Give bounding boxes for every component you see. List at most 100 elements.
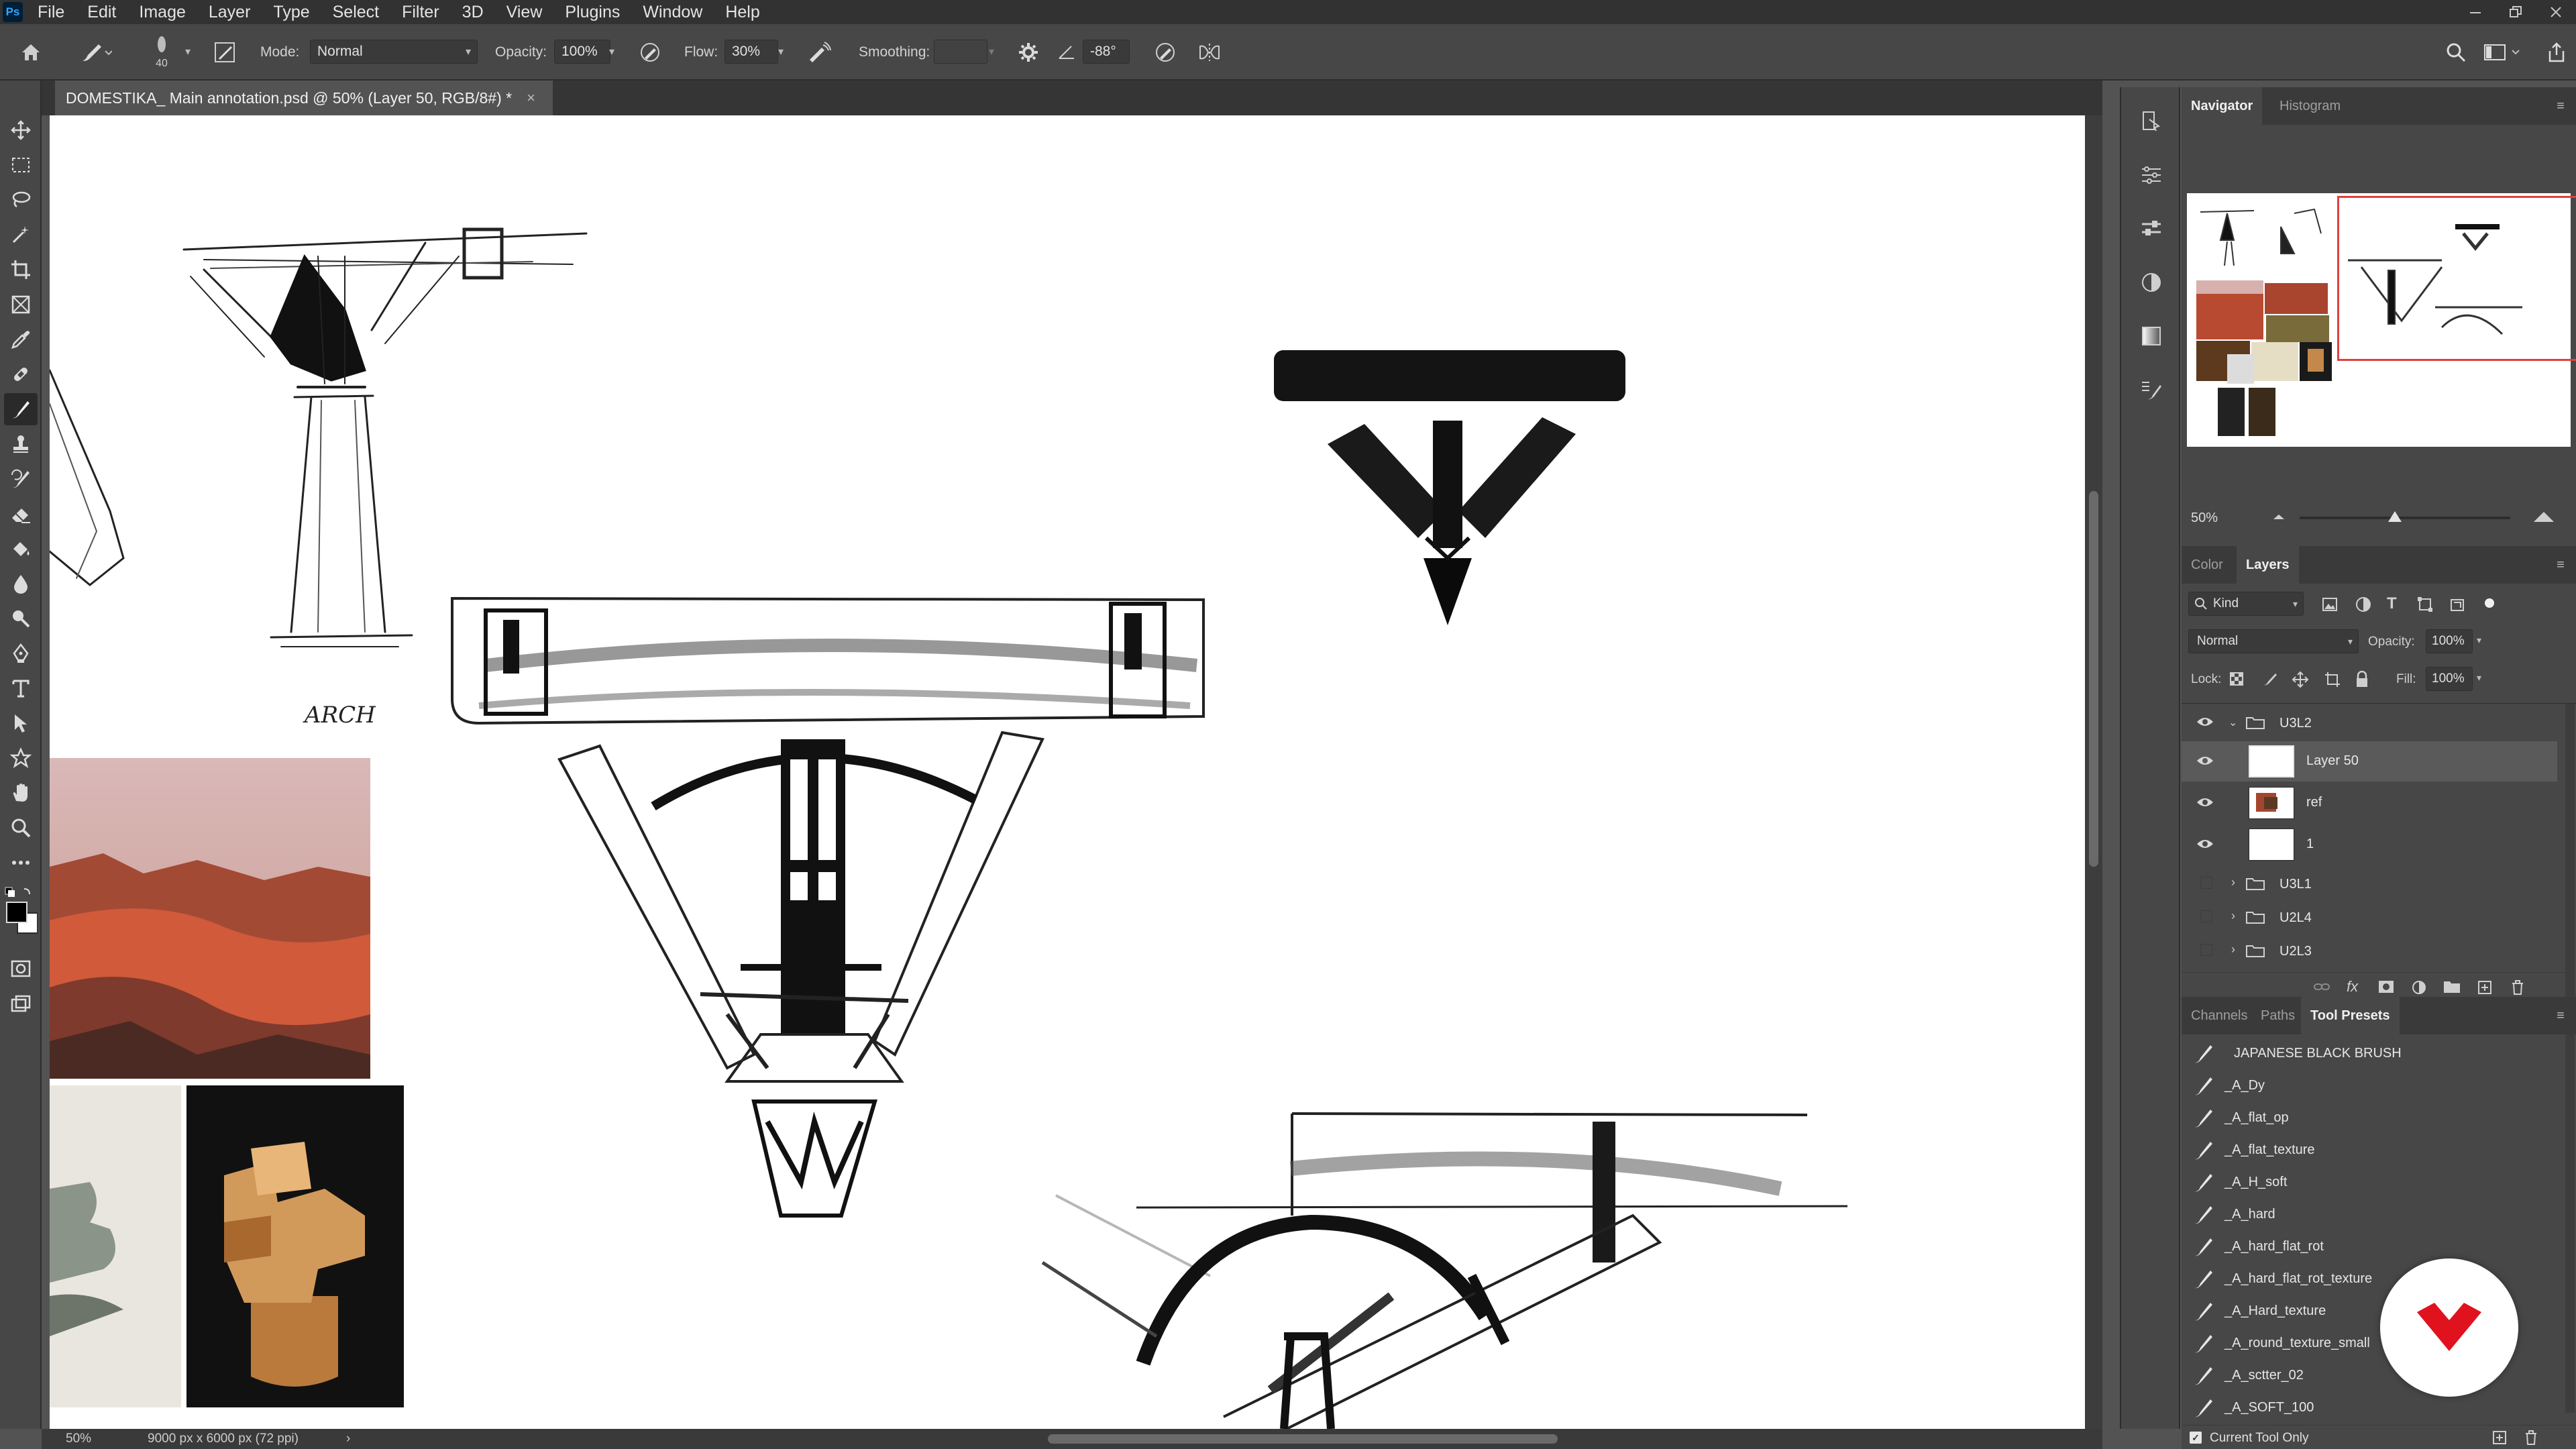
tab-paths[interactable]: Paths bbox=[2251, 997, 2304, 1034]
menu-3d[interactable]: 3D bbox=[462, 3, 484, 22]
menu-window[interactable]: Window bbox=[643, 3, 702, 22]
minimize-icon[interactable] bbox=[2455, 0, 2496, 24]
fill-input[interactable]: 100% bbox=[2426, 667, 2473, 691]
tab-histogram[interactable]: Histogram bbox=[2270, 87, 2350, 125]
type-tool-icon[interactable] bbox=[4, 672, 38, 704]
lock-artboard-icon[interactable] bbox=[2324, 671, 2341, 692]
flow-caret-icon[interactable]: ▾ bbox=[773, 40, 789, 64]
current-tool-only-checkbox[interactable]: ✓ bbox=[2190, 1432, 2202, 1444]
link-layers-icon[interactable] bbox=[2313, 979, 2330, 998]
visibility-eye-icon[interactable] bbox=[2195, 838, 2215, 850]
color-swatches[interactable] bbox=[4, 885, 38, 939]
menu-edit[interactable]: Edit bbox=[87, 3, 116, 22]
zoom-in-icon[interactable] bbox=[2532, 508, 2556, 528]
layer-kind-filter[interactable]: Kind ▾ bbox=[2188, 592, 2304, 616]
menu-view[interactable]: View bbox=[506, 3, 543, 22]
close-window-icon[interactable] bbox=[2536, 0, 2576, 24]
paint-bucket-tool-icon[interactable] bbox=[4, 533, 38, 565]
new-layer-icon[interactable] bbox=[2477, 979, 2493, 999]
eraser-tool-icon[interactable] bbox=[4, 498, 38, 530]
tab-navigator[interactable]: Navigator bbox=[2182, 87, 2263, 125]
hand-tool-icon[interactable] bbox=[4, 777, 38, 809]
opacity-caret-icon[interactable]: ▾ bbox=[604, 40, 620, 64]
visibility-eye-icon[interactable] bbox=[2195, 716, 2215, 728]
zoom-out-icon[interactable] bbox=[2270, 510, 2288, 527]
document-tab[interactable]: DOMESTIKA_ Main annotation.psd @ 50% (La… bbox=[55, 80, 553, 115]
smoothing-input[interactable] bbox=[934, 40, 987, 64]
eyedropper-tool-icon[interactable] bbox=[4, 323, 38, 356]
delete-preset-icon[interactable] bbox=[2524, 1430, 2538, 1449]
share-icon[interactable] bbox=[2540, 24, 2573, 80]
layer-ref[interactable]: ref bbox=[2182, 783, 2557, 823]
preset-item[interactable]: JAPANESE BLACK BRUSH bbox=[2182, 1037, 2557, 1069]
lock-all-icon[interactable] bbox=[2355, 670, 2369, 692]
lock-pixels-icon[interactable] bbox=[2262, 671, 2278, 690]
visibility-eye-icon[interactable] bbox=[2195, 755, 2215, 767]
flow-input[interactable]: 30% bbox=[724, 40, 778, 64]
new-adjustment-icon[interactable] bbox=[2411, 979, 2427, 999]
vertical-scroll-thumb[interactable] bbox=[2089, 491, 2098, 867]
delete-layer-icon[interactable] bbox=[2510, 979, 2525, 999]
shape-filter-icon[interactable] bbox=[2416, 596, 2434, 616]
layer-opacity-caret-icon[interactable]: ▾ bbox=[2477, 635, 2481, 646]
tab-color[interactable]: Color bbox=[2182, 546, 2233, 584]
status-zoom[interactable]: 50% bbox=[66, 1432, 91, 1446]
clone-stamp-tool-icon[interactable] bbox=[4, 428, 38, 460]
menu-layer[interactable]: Layer bbox=[209, 3, 251, 22]
search-icon[interactable] bbox=[2439, 24, 2473, 80]
healing-brush-tool-icon[interactable] bbox=[4, 358, 38, 390]
zoom-tool-icon[interactable] bbox=[4, 812, 38, 844]
airbrush-icon[interactable] bbox=[802, 24, 836, 80]
group-collapse-icon[interactable]: › bbox=[2231, 909, 2235, 923]
layer-layer-50[interactable]: Layer 50 bbox=[2182, 741, 2557, 782]
symmetry-icon[interactable] bbox=[1193, 24, 1226, 80]
brush-size-caret-icon[interactable]: ▾ bbox=[180, 40, 196, 64]
layer-opacity-input[interactable]: 100% bbox=[2426, 629, 2473, 653]
restore-icon[interactable] bbox=[2496, 0, 2536, 24]
tab-layers[interactable]: Layers bbox=[2237, 546, 2299, 584]
preset-item[interactable]: _A_flat_op bbox=[2182, 1102, 2557, 1134]
gradients-panel-icon[interactable] bbox=[2132, 317, 2171, 356]
adjustments-panel-icon[interactable] bbox=[2132, 156, 2171, 195]
preset-item[interactable]: _A_hard_flat_rot bbox=[2182, 1230, 2557, 1263]
smoothing-caret-icon[interactable]: ▾ bbox=[983, 40, 1000, 64]
menu-file[interactable]: File bbox=[38, 3, 64, 22]
brush-settings-panel-icon[interactable] bbox=[209, 24, 240, 80]
history-panel-icon[interactable] bbox=[2132, 102, 2171, 141]
menu-help[interactable]: Help bbox=[725, 3, 759, 22]
layers-scrollbar[interactable] bbox=[2565, 704, 2575, 1046]
pressure-size-icon[interactable] bbox=[1148, 24, 1182, 80]
canvas[interactable]: ARCH bbox=[50, 115, 2085, 1429]
smart-object-filter-icon[interactable] bbox=[2449, 596, 2466, 616]
properties-panel-icon[interactable] bbox=[2132, 209, 2171, 248]
smoothing-gear-icon[interactable] bbox=[1013, 24, 1044, 80]
presets-scrollbar[interactable] bbox=[2565, 1037, 2575, 1413]
preset-item[interactable]: _A_SOFT_100 bbox=[2182, 1391, 2557, 1424]
status-menu-arrow[interactable]: › bbox=[346, 1432, 350, 1446]
screen-mode-icon[interactable] bbox=[4, 987, 38, 1020]
layer-group-u2l4[interactable]: › U2L4 bbox=[2182, 901, 2557, 934]
magic-wand-tool-icon[interactable] bbox=[4, 219, 38, 251]
layers-menu-icon[interactable]: ≡ bbox=[2551, 546, 2571, 584]
layer-group-u3l2[interactable]: ⌄ U3L2 bbox=[2182, 706, 2557, 740]
frame-tool-icon[interactable] bbox=[4, 288, 38, 321]
tab-tool-presets[interactable]: Tool Presets bbox=[2301, 997, 2400, 1034]
menu-select[interactable]: Select bbox=[333, 3, 379, 22]
menu-image[interactable]: Image bbox=[139, 3, 185, 22]
blur-tool-icon[interactable] bbox=[4, 568, 38, 600]
crop-tool-icon[interactable] bbox=[4, 254, 38, 286]
horizontal-scroll-thumb[interactable] bbox=[1048, 1434, 1558, 1444]
add-mask-icon[interactable] bbox=[2377, 979, 2395, 998]
move-tool-icon[interactable] bbox=[4, 114, 38, 146]
group-collapse-icon[interactable]: › bbox=[2231, 943, 2235, 957]
menu-filter[interactable]: Filter bbox=[402, 3, 439, 22]
group-collapse-icon[interactable]: › bbox=[2231, 875, 2235, 890]
lasso-tool-icon[interactable] bbox=[4, 184, 38, 216]
photoshop-logo[interactable]: Ps bbox=[3, 2, 23, 22]
lock-transparent-icon[interactable] bbox=[2229, 671, 2245, 690]
menu-type[interactable]: Type bbox=[273, 3, 309, 22]
workspace-icon[interactable] bbox=[2479, 24, 2526, 80]
navigator-zoom-track[interactable] bbox=[2300, 517, 2510, 519]
close-document-icon[interactable]: × bbox=[527, 89, 535, 107]
home-icon[interactable] bbox=[15, 24, 47, 80]
